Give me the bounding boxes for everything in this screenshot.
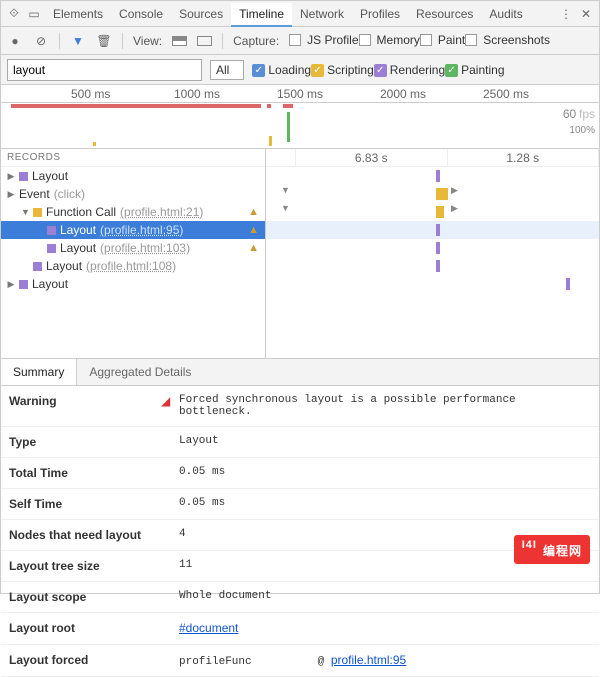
tab-network[interactable]: Network xyxy=(292,3,352,27)
watermark-logo: I4I 编程网 xyxy=(514,535,590,564)
capture-opt[interactable]: Paint xyxy=(420,33,465,47)
filter-row: All LoadingScriptingRenderingPainting xyxy=(1,55,599,85)
detail-row: Self Time0.05 ms xyxy=(1,489,599,520)
detail-table: Warning◢Forced synchronous layout is a p… xyxy=(1,386,599,677)
tab-audits[interactable]: Audits xyxy=(481,3,530,27)
clear-icon[interactable]: ⊘ xyxy=(33,34,49,48)
detail-tabs: SummaryAggregated Details xyxy=(1,359,599,386)
close-icon[interactable]: ✕ xyxy=(577,7,595,21)
records-panel: RECORDS ▶Layout▶Event (click)▼Function C… xyxy=(1,149,599,359)
detail-row: Layout forcedprofileFunc @ profile.html:… xyxy=(1,645,599,677)
detail-row: Layout tree size11 xyxy=(1,551,599,582)
record-row[interactable]: Layout (profile.html:108) xyxy=(1,257,265,275)
detail-row: TypeLayout xyxy=(1,427,599,458)
warning-icon: ▲ xyxy=(248,224,259,236)
detail-row: Warning◢Forced synchronous layout is a p… xyxy=(1,386,599,427)
tracks-area[interactable]: 6.83 s1.28 s ▼▶▼▶ xyxy=(266,149,599,358)
records-tree[interactable]: RECORDS ▶Layout▶Event (click)▼Function C… xyxy=(1,149,266,358)
filter-pill[interactable]: Loading xyxy=(252,63,311,77)
filter-input[interactable] xyxy=(7,59,202,81)
flame-view-icon[interactable] xyxy=(172,36,187,46)
record-icon[interactable]: ● xyxy=(7,34,23,48)
tab-sources[interactable]: Sources xyxy=(171,3,231,27)
trash-icon[interactable]: 🗑 xyxy=(96,34,112,48)
warning-icon: ▲ xyxy=(248,206,259,218)
filter-pill[interactable]: Scripting xyxy=(311,63,374,77)
record-row[interactable]: ▶Layout xyxy=(1,275,265,293)
record-row[interactable]: ▼Function Call (profile.html:21)▲ xyxy=(1,203,265,221)
filter-pill[interactable]: Painting xyxy=(445,63,504,77)
list-view-icon[interactable] xyxy=(197,36,212,46)
detail-row: Nodes that need layout4 xyxy=(1,520,599,551)
devtools-tabbar: ⟐ ▭ ElementsConsoleSourcesTimelineNetwor… xyxy=(1,1,599,27)
filter-pill[interactable]: Rendering xyxy=(374,63,445,77)
capture-label: Capture: xyxy=(233,34,279,48)
detail-row: Total Time0.05 ms xyxy=(1,458,599,489)
capture-opt[interactable]: JS Profile xyxy=(289,33,358,47)
overview-ruler[interactable]: 500 ms1000 ms1500 ms2000 ms2500 ms xyxy=(1,85,599,103)
tab-resources[interactable]: Resources xyxy=(408,3,481,27)
detail-row: Layout scopeWhole document xyxy=(1,582,599,613)
tab-elements[interactable]: Elements xyxy=(45,3,111,27)
records-heading: RECORDS xyxy=(1,149,265,167)
capture-opt[interactable]: Screenshots xyxy=(465,33,550,47)
more-icon[interactable]: ⋮ xyxy=(557,7,575,21)
record-row[interactable]: Layout (profile.html:95)▲ xyxy=(1,221,265,239)
tab-timeline[interactable]: Timeline xyxy=(231,3,292,27)
filter-icon[interactable]: ▼ xyxy=(70,34,86,48)
capture-opt[interactable]: Memory xyxy=(359,33,420,47)
tab-console[interactable]: Console xyxy=(111,3,171,27)
filter-select[interactable]: All xyxy=(210,60,244,80)
timeline-toolbar: ● ⊘ ▼ 🗑 View: Capture: JS ProfileMemoryP… xyxy=(1,27,599,55)
view-label: View: xyxy=(133,34,162,48)
warning-icon: ▲ xyxy=(248,242,259,254)
detail-tab[interactable]: Aggregated Details xyxy=(77,359,203,385)
record-row[interactable]: Layout (profile.html:103)▲ xyxy=(1,239,265,257)
detail-tab[interactable]: Summary xyxy=(1,359,77,385)
detail-row: Layout root#document xyxy=(1,613,599,645)
device-icon[interactable]: ▭ xyxy=(25,7,43,21)
record-row[interactable]: ▶Layout xyxy=(1,167,265,185)
inspect-icon[interactable]: ⟐ xyxy=(5,6,23,21)
record-row[interactable]: ▶Event (click) xyxy=(1,185,265,203)
overview-waveform[interactable]: 60 fps 100% xyxy=(1,103,599,149)
tab-profiles[interactable]: Profiles xyxy=(352,3,408,27)
